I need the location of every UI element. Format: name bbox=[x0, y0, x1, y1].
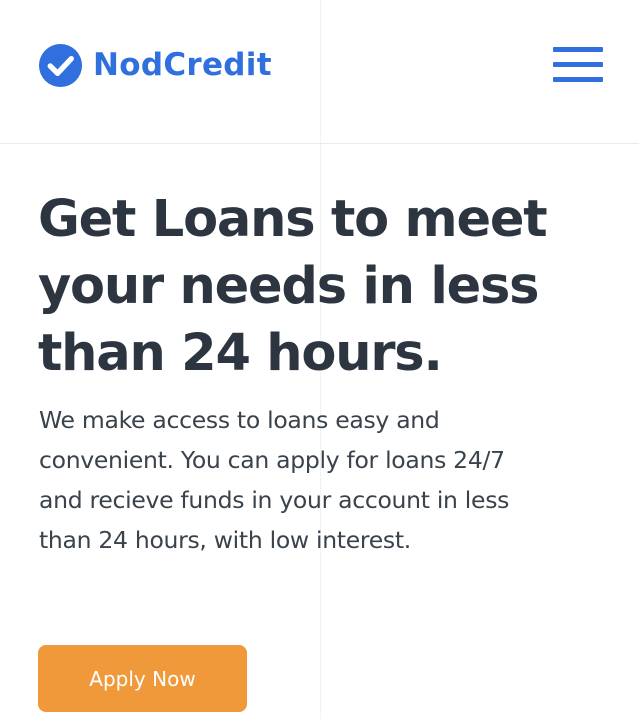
brand-logo-link[interactable]: NodCredit bbox=[38, 42, 272, 88]
brand-name: NodCredit bbox=[93, 47, 272, 83]
hero-title-line: your needs in less bbox=[38, 257, 540, 316]
hero-title-line: than 24 hours. bbox=[38, 324, 443, 383]
hero-title: Get Loans to meet your needs in less tha… bbox=[38, 186, 618, 387]
menu-bar bbox=[553, 77, 603, 82]
menu-bar bbox=[553, 47, 603, 52]
menu-bar bbox=[553, 62, 603, 67]
hero-description: We make access to loans easy and conveni… bbox=[39, 400, 619, 560]
hero-description-line: and recieve funds in your account in les… bbox=[39, 486, 510, 514]
hero-description-line: than 24 hours, with low interest. bbox=[39, 526, 411, 554]
site-header: NodCredit bbox=[0, 0, 639, 144]
hero-description-line: We make access to loans easy and bbox=[39, 406, 440, 434]
page: NodCredit Get Loans to meet your needs i… bbox=[0, 0, 639, 719]
hero-description-line: convenient. You can apply for loans 24/7 bbox=[39, 446, 505, 474]
hero-title-line: Get Loans to meet bbox=[38, 190, 548, 249]
check-circle-icon bbox=[38, 43, 83, 87]
apply-now-button[interactable]: Apply Now bbox=[38, 645, 247, 712]
menu-button[interactable] bbox=[548, 42, 606, 88]
